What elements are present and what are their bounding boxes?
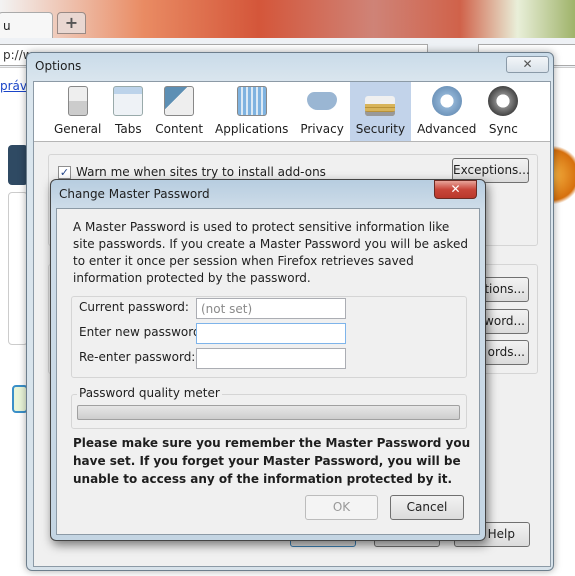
warn-addons-label[interactable]: Warn me when sites try to install add-on… xyxy=(76,165,326,179)
browser-tab[interactable]: u xyxy=(0,12,53,38)
reenter-password-label: Re-enter password: xyxy=(79,350,196,364)
tab-security[interactable]: Security xyxy=(349,82,412,141)
tab-content[interactable]: Content xyxy=(149,82,209,141)
page-panel xyxy=(8,192,28,345)
cancel-button[interactable]: Cancel xyxy=(390,495,464,520)
advanced-gear-icon xyxy=(431,86,462,116)
dialog-close-button[interactable]: ✕ xyxy=(434,180,477,199)
dialog-body: A Master Password is used to protect sen… xyxy=(56,208,480,535)
tab-label: u xyxy=(3,19,11,33)
tab-sync[interactable]: Sync xyxy=(482,82,524,141)
options-title: Options xyxy=(35,59,82,73)
ok-button[interactable]: OK xyxy=(305,495,378,520)
page-widget xyxy=(8,145,28,185)
tab-general[interactable]: General xyxy=(48,82,107,141)
page-link[interactable]: práv xyxy=(0,79,27,93)
privacy-mask-icon xyxy=(307,92,338,110)
tab-tabs[interactable]: Tabs xyxy=(107,82,149,141)
new-password-label: Enter new password: xyxy=(79,325,205,339)
applications-icon xyxy=(236,86,267,116)
new-tab-button[interactable]: + xyxy=(57,12,86,34)
quality-meter-label: Password quality meter xyxy=(77,386,222,400)
tab-privacy[interactable]: Privacy xyxy=(294,82,349,141)
firefox-logo xyxy=(552,140,575,210)
warn-addons-checkbox[interactable]: ✓ xyxy=(58,166,71,179)
tab-advanced[interactable]: Advanced xyxy=(411,82,482,141)
sync-icon xyxy=(488,86,519,116)
dialog-description: A Master Password is used to protect sen… xyxy=(73,220,468,285)
password-quality-meter xyxy=(77,405,460,420)
content-icon xyxy=(164,86,195,116)
options-close-button[interactable]: ✕ xyxy=(506,56,549,73)
tabs-folder-icon xyxy=(113,86,144,116)
warning-text: Please make sure you remember the Master… xyxy=(73,436,471,486)
current-password-label: Current password: xyxy=(79,300,189,314)
dialog-title: Change Master Password xyxy=(59,187,210,201)
security-lock-icon xyxy=(365,96,396,116)
options-toolbar: General Tabs Content Applications Privac… xyxy=(34,82,550,142)
new-password-field[interactable] xyxy=(196,323,346,344)
change-master-password-dialog: Change Master Password ✕ A Master Passwo… xyxy=(50,179,486,541)
reenter-password-field[interactable] xyxy=(196,348,346,369)
current-password-field: (not set) xyxy=(196,298,346,319)
general-switch-icon xyxy=(67,86,88,116)
tab-applications[interactable]: Applications xyxy=(209,82,294,141)
browser-background xyxy=(0,0,575,40)
